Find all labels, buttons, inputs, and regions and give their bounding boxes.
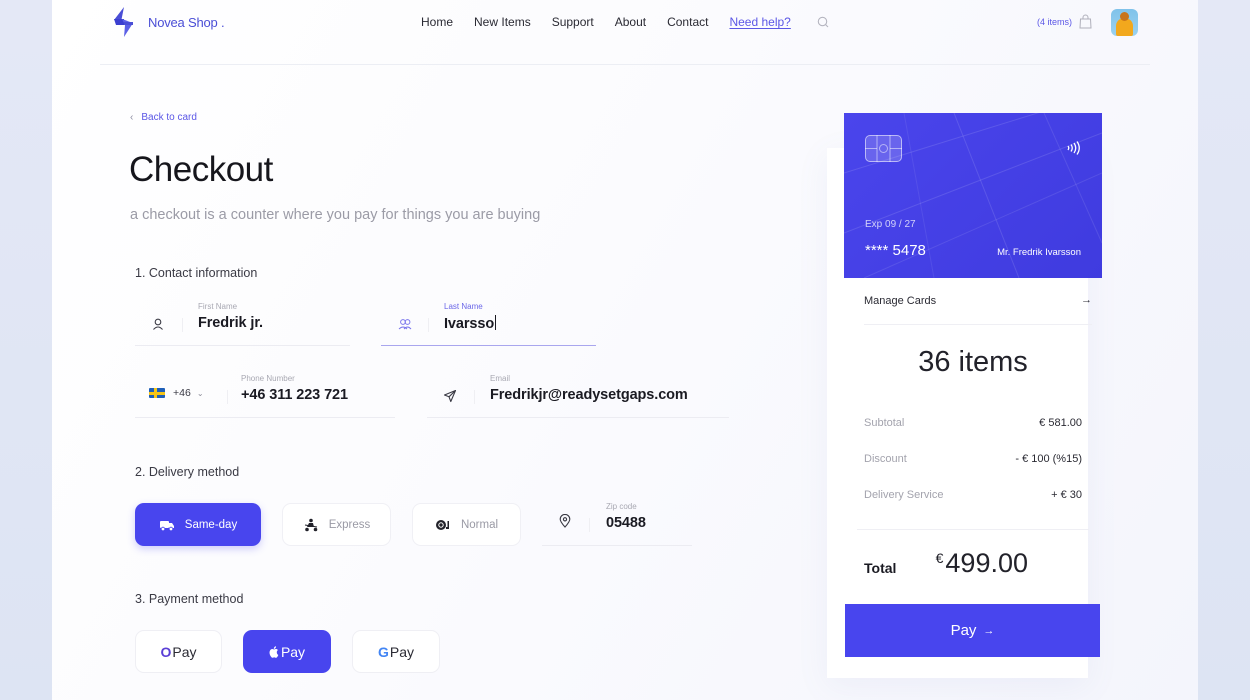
total-label: Total xyxy=(864,560,897,576)
arrow-right-icon: → xyxy=(1081,294,1092,306)
discount-label: Discount xyxy=(864,453,907,465)
first-name-label: First Name xyxy=(198,302,238,311)
apple-pay-button[interactable]: Pay xyxy=(243,630,331,673)
subtotal-label: Subtotal xyxy=(864,417,905,429)
last-name-label: Last Name xyxy=(444,302,483,311)
express-label: Express xyxy=(328,518,371,531)
delivery-service-value: + € 30 xyxy=(1051,489,1082,501)
apple-logo-icon xyxy=(269,645,279,658)
google-pay-button[interactable]: G Pay xyxy=(352,630,440,673)
google-logo-icon: G xyxy=(377,643,389,660)
lightning-bolt-icon[interactable] xyxy=(112,7,136,37)
nav-new-items[interactable]: New Items xyxy=(474,15,531,29)
send-icon xyxy=(443,389,457,403)
cart-count[interactable]: (4 items) xyxy=(1037,17,1072,27)
email-input[interactable]: Fredrikjr@readysetgaps.com xyxy=(490,387,688,403)
user-avatar[interactable] xyxy=(1111,9,1138,36)
phone-input[interactable]: +46 311 223 721 xyxy=(241,387,348,403)
country-code-value: +46 xyxy=(173,387,191,399)
shopping-bag-icon[interactable] xyxy=(1079,14,1092,29)
back-to-card-link[interactable]: ‹ Back to card xyxy=(130,112,197,123)
email-label: Email xyxy=(490,374,511,383)
sweden-flag-icon xyxy=(149,388,165,398)
subtotal-value: € 581.00 xyxy=(1039,417,1082,429)
opay-label: Pay xyxy=(172,643,197,660)
total-amount: €499.00 xyxy=(936,548,1028,579)
total-value: 499.00 xyxy=(945,548,1028,578)
field-separator xyxy=(589,518,590,532)
location-pin-icon xyxy=(559,514,571,528)
zip-code-label: Zip code xyxy=(606,502,637,511)
scooter-icon xyxy=(304,518,318,531)
users-icon xyxy=(398,319,412,330)
opay-logo-icon: O xyxy=(160,643,172,660)
opay-button[interactable]: O Pay xyxy=(135,630,222,673)
normal-label: Normal xyxy=(460,518,499,531)
items-count: 36 items xyxy=(918,346,1028,378)
delivery-normal-button[interactable]: Normal xyxy=(412,503,521,546)
phone-label: Phone Number xyxy=(241,374,295,383)
truck-icon xyxy=(159,520,174,531)
chevron-left-icon: ‹ xyxy=(130,112,134,123)
zip-code-input[interactable]: 05488 xyxy=(606,515,646,531)
delivery-express-button[interactable]: Express xyxy=(282,503,391,546)
credit-card[interactable]: Exp 09 / 27 **** 5478 Mr. Fredrik Ivarss… xyxy=(844,113,1102,278)
field-separator xyxy=(474,390,475,404)
first-name-input[interactable]: Fredrik jr. xyxy=(198,315,263,331)
main-nav: Home New Items Support About Contact Nee… xyxy=(421,15,812,29)
email-field[interactable]: Email Fredrikjr@readysetgaps.com xyxy=(427,370,729,418)
pay-button-label: Pay xyxy=(950,622,977,639)
nav-contact[interactable]: Contact xyxy=(667,15,708,29)
total-currency: € xyxy=(935,550,944,566)
arrow-right-icon: → xyxy=(983,624,995,637)
top-header: Novea Shop . Home New Items Support Abou… xyxy=(52,0,1198,64)
same-day-label: Same-day xyxy=(184,518,238,531)
contactless-icon xyxy=(1067,141,1080,155)
card-chip-icon xyxy=(864,134,902,162)
first-name-field[interactable]: First Name Fredrik jr. xyxy=(135,298,350,346)
last-name-field[interactable]: Last Name Ivarsso xyxy=(381,298,596,346)
pay-button[interactable]: Pay → xyxy=(845,604,1100,657)
need-help-link[interactable]: Need help? xyxy=(729,15,790,29)
delivery-service-label: Delivery Service xyxy=(864,489,944,501)
manage-cards-link[interactable]: Manage Cards → xyxy=(864,288,1092,324)
nav-about[interactable]: About xyxy=(615,15,646,29)
manage-cards-label: Manage Cards xyxy=(864,295,937,307)
apple-pay-label: Pay xyxy=(280,643,306,660)
snail-icon xyxy=(435,519,449,530)
summary-divider xyxy=(857,529,1089,530)
nav-support[interactable]: Support xyxy=(552,15,594,29)
card-holder: Mr. Fredrik Ivarsson xyxy=(997,247,1081,258)
delivery-same-day-button[interactable]: Same-day xyxy=(135,503,261,546)
text-cursor xyxy=(495,315,497,330)
back-link-label: Back to card xyxy=(141,112,197,123)
card-expiry: Exp 09 / 27 xyxy=(865,219,916,230)
zip-code-field[interactable]: Zip code 05488 xyxy=(542,498,692,546)
discount-value: - € 100 (%15) xyxy=(1015,453,1082,465)
page-container: Novea Shop . Home New Items Support Abou… xyxy=(52,0,1198,700)
user-icon xyxy=(153,318,163,330)
summary-divider xyxy=(864,324,1092,325)
page-subtitle: a checkout is a counter where you pay fo… xyxy=(130,207,541,223)
header-divider xyxy=(100,64,1150,65)
search-icon[interactable] xyxy=(817,16,829,28)
chevron-down-icon: ⌄ xyxy=(196,388,204,398)
field-separator xyxy=(182,318,183,332)
google-pay-label: Pay xyxy=(389,643,414,660)
country-code-select[interactable]: +46 ⌄ xyxy=(149,387,204,399)
field-separator xyxy=(227,390,228,404)
nav-home[interactable]: Home xyxy=(421,15,453,29)
page-title: Checkout xyxy=(129,150,273,189)
avatar-figure-head xyxy=(1120,12,1129,21)
card-number: **** 5478 xyxy=(865,242,926,259)
phone-field[interactable]: +46 ⌄ Phone Number +46 311 223 721 xyxy=(135,370,395,418)
brand-name[interactable]: Novea Shop . xyxy=(148,15,225,30)
last-name-input[interactable]: Ivarsso xyxy=(444,315,497,332)
field-separator xyxy=(428,318,429,332)
delivery-section-label: 2. Delivery method xyxy=(135,465,240,479)
contact-section-label: 1. Contact information xyxy=(135,266,258,280)
payment-section-label: 3. Payment method xyxy=(135,592,244,606)
last-name-value: Ivarsso xyxy=(444,316,495,332)
